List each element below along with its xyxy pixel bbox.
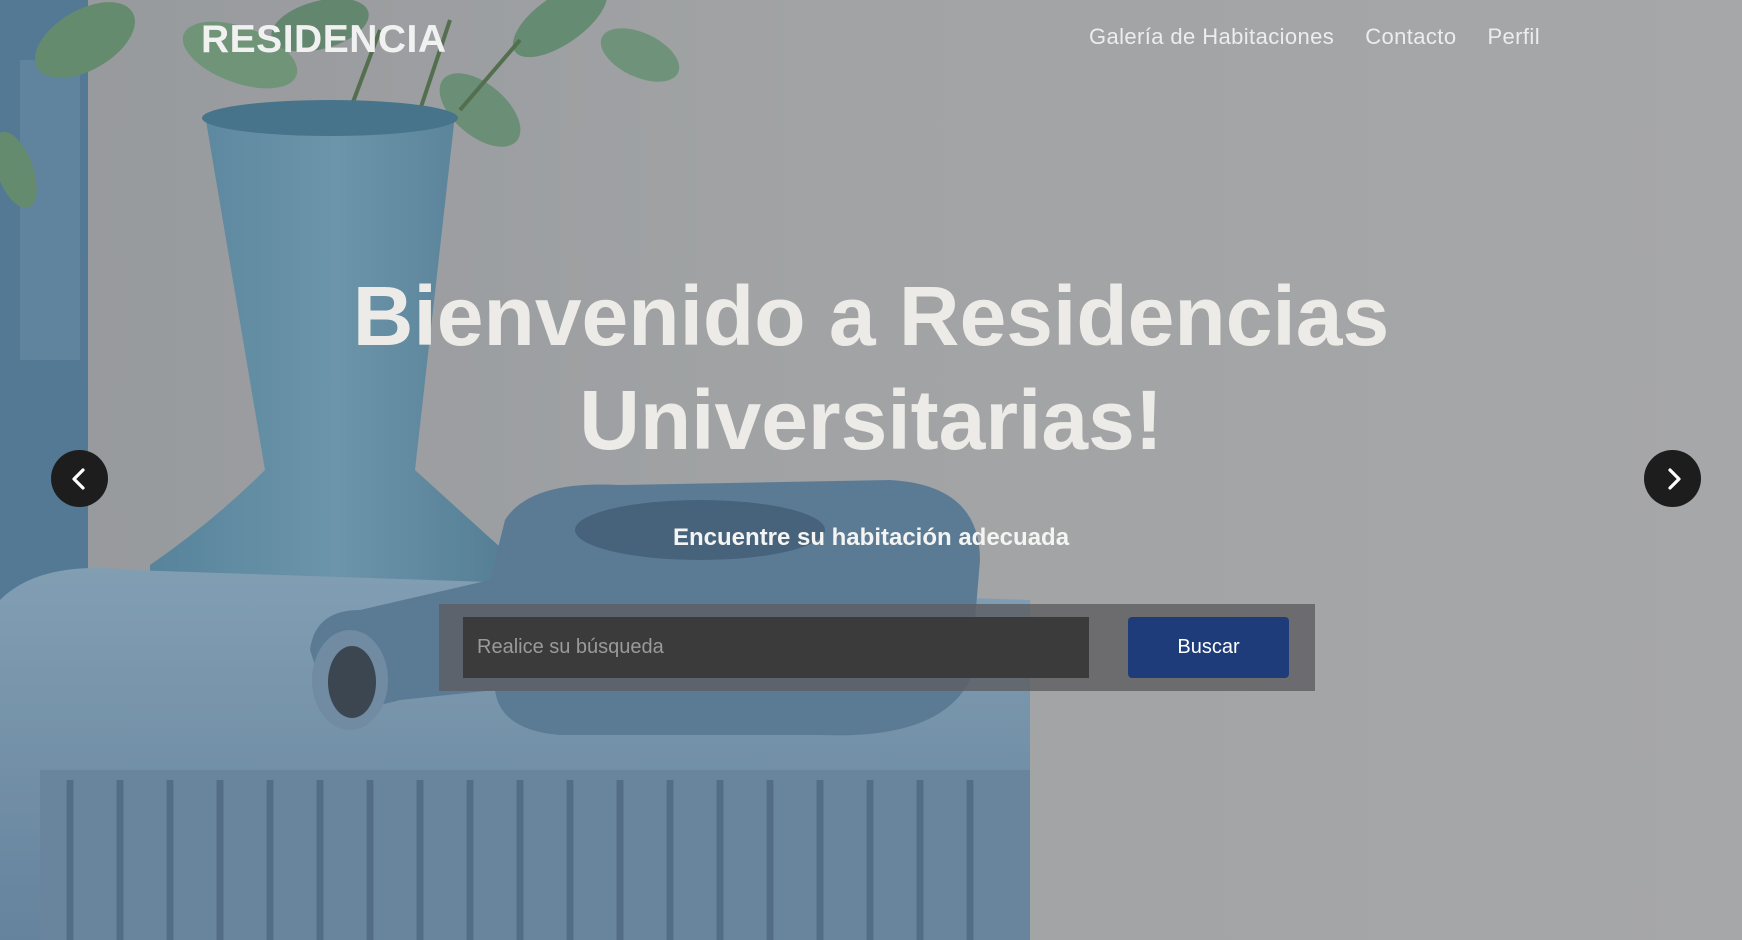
carousel-prev-button[interactable] bbox=[51, 450, 108, 507]
chevron-left-icon bbox=[71, 467, 85, 490]
search-button[interactable]: Buscar bbox=[1128, 617, 1289, 678]
brand-logo[interactable]: RESIDENCIA bbox=[201, 18, 447, 62]
nav-link-perfil[interactable]: Perfil bbox=[1487, 24, 1540, 50]
hero-title-line1: Bienvenido a Residencias bbox=[352, 269, 1390, 363]
hero-carousel: RESIDENCIA Galería de Habitaciones Conta… bbox=[0, 0, 1742, 940]
search-input[interactable] bbox=[463, 617, 1089, 678]
nav-links: Galería de Habitaciones Contacto Perfil bbox=[1089, 24, 1540, 50]
hero-title-line2: Universitarias! bbox=[579, 373, 1163, 467]
navbar: RESIDENCIA Galería de Habitaciones Conta… bbox=[0, 0, 1742, 80]
search-panel: Buscar bbox=[439, 604, 1315, 691]
nav-link-galeria[interactable]: Galería de Habitaciones bbox=[1089, 24, 1334, 50]
hero-title: Bienvenido a Residencias Universitarias! bbox=[0, 264, 1742, 472]
chevron-right-icon bbox=[1667, 467, 1681, 490]
carousel-next-button[interactable] bbox=[1644, 450, 1701, 507]
hero-subtitle: Encuentre su habitación adecuada bbox=[672, 524, 1070, 551]
nav-link-contacto[interactable]: Contacto bbox=[1365, 24, 1456, 50]
